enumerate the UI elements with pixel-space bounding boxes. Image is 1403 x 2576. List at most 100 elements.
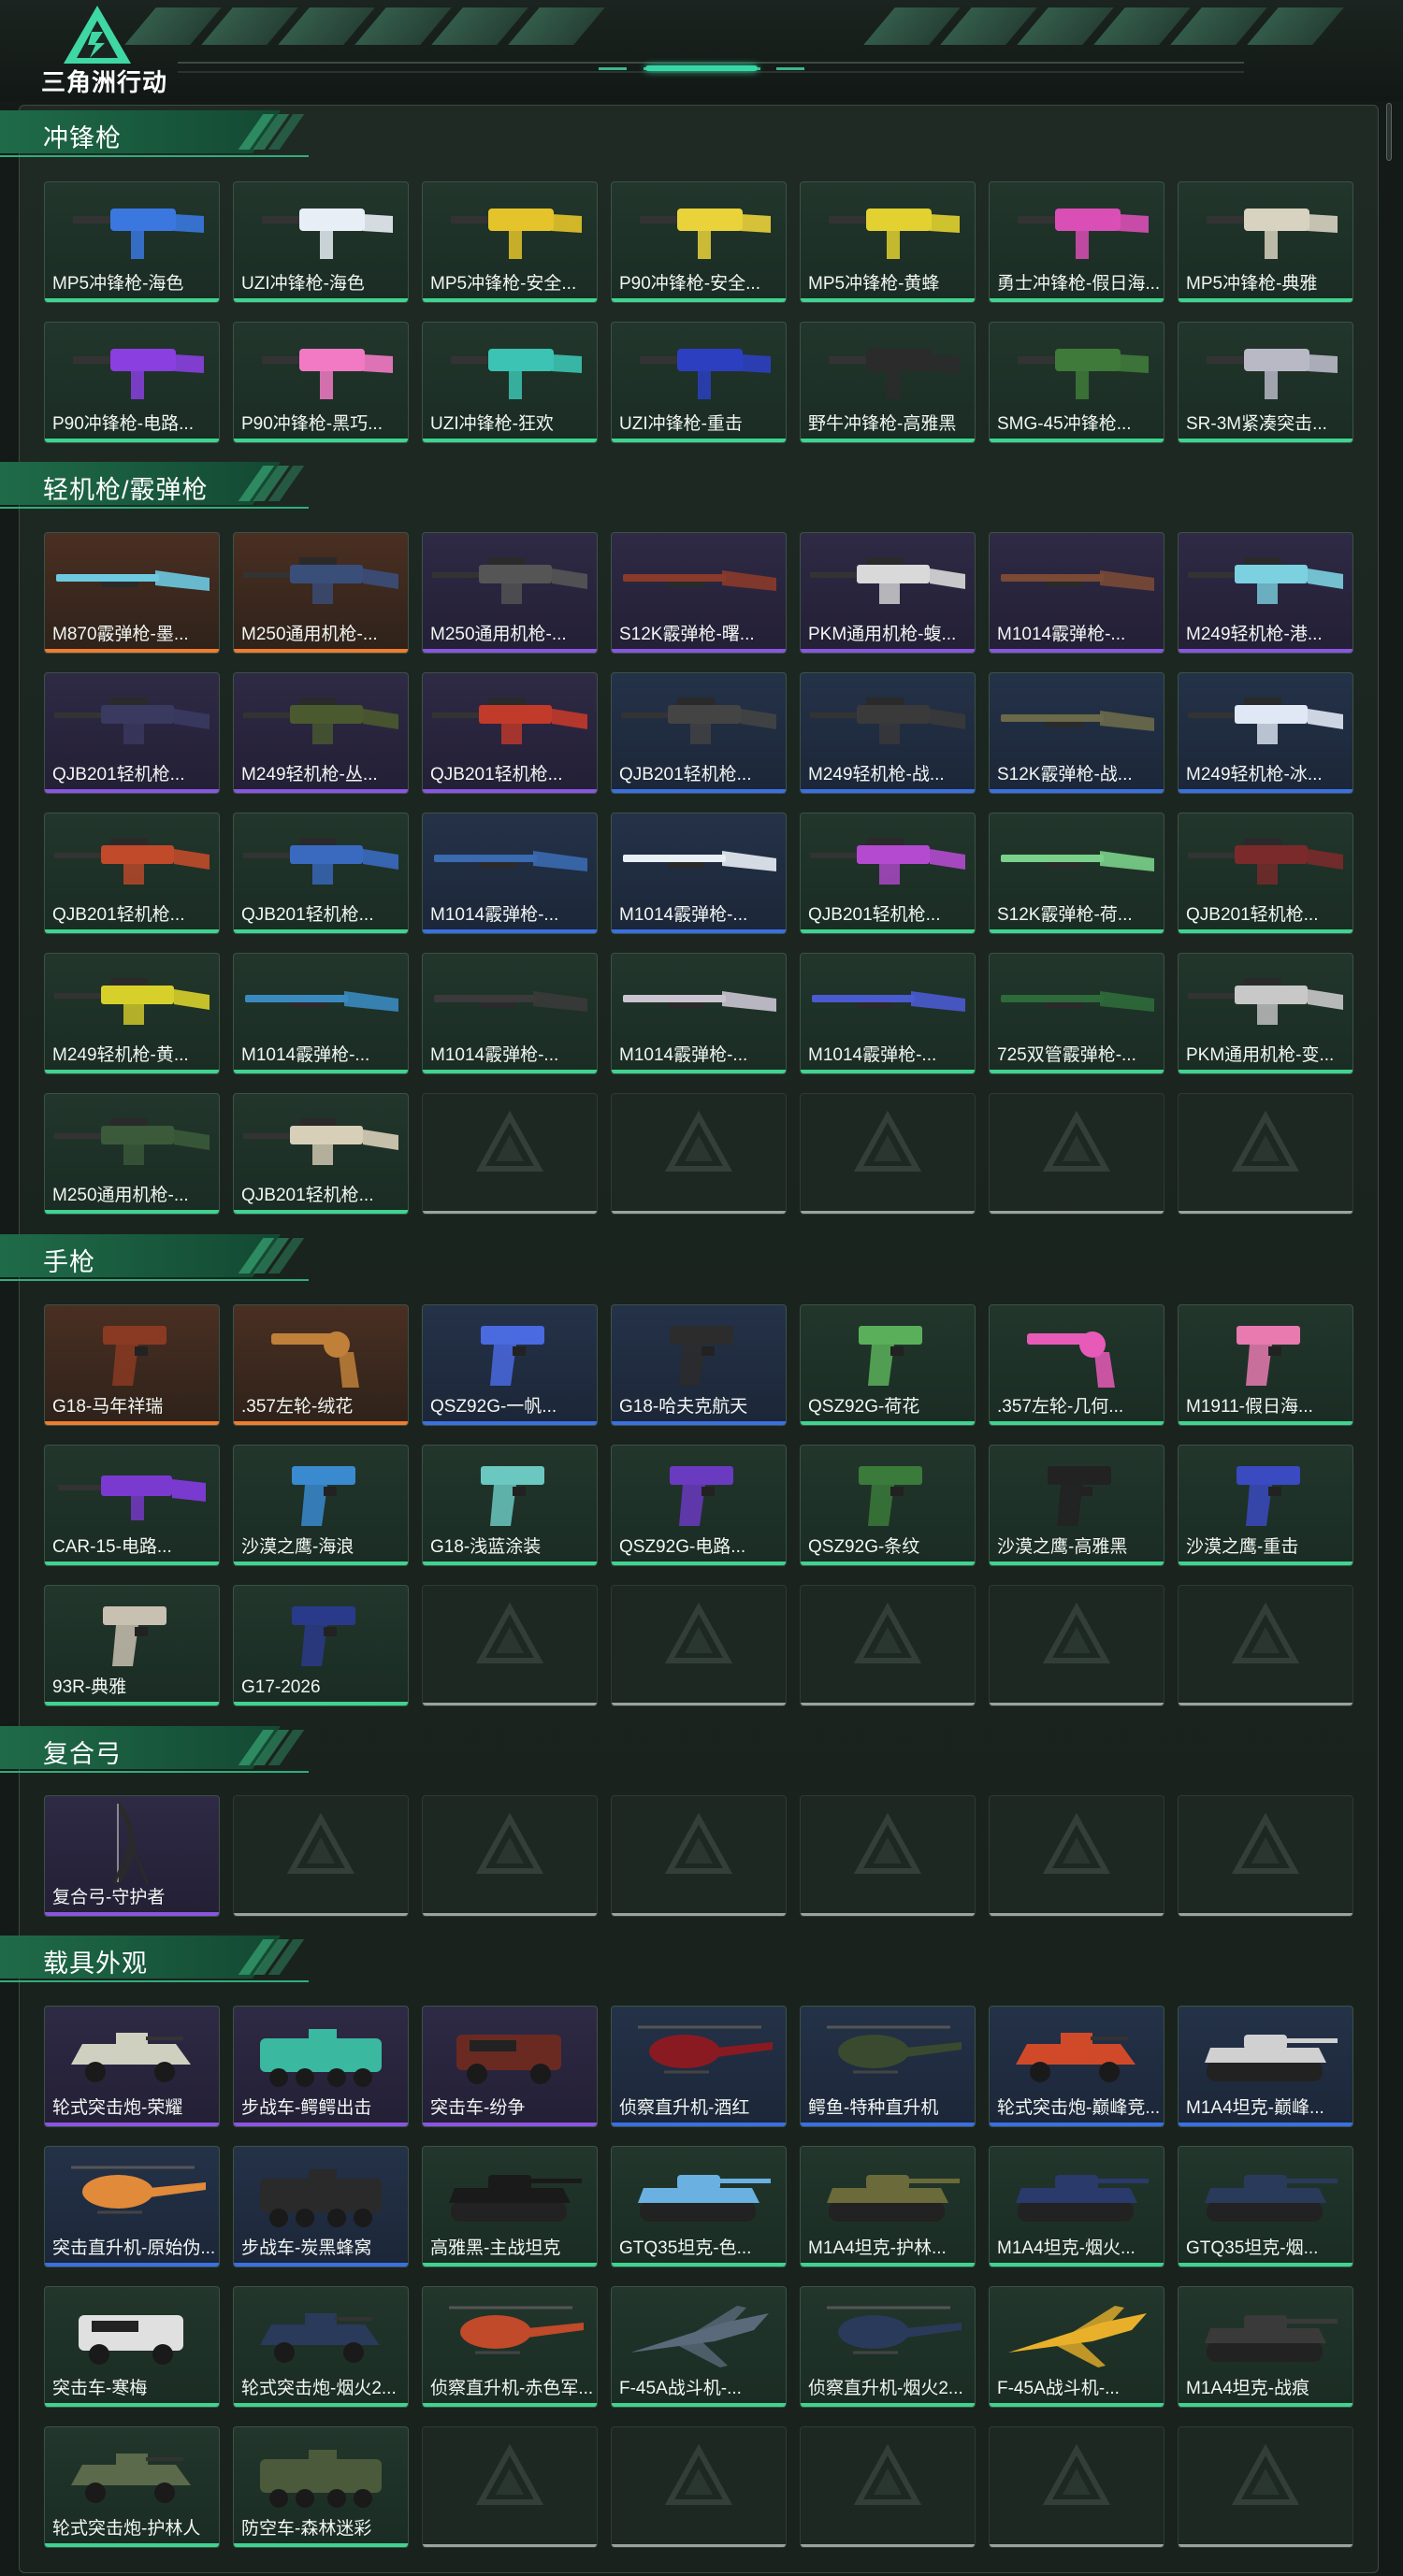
item-name: S12K霰弹枪-曙... bbox=[619, 625, 755, 644]
item-card[interactable]: 复合弓-守护者 bbox=[44, 1795, 220, 1917]
item-card[interactable]: 沙漠之鹰-海浪 bbox=[233, 1445, 409, 1566]
item-card[interactable]: M1A4坦克-战痕 bbox=[1178, 2286, 1353, 2408]
item-card[interactable]: 突击直升机-原始伪... bbox=[44, 2146, 220, 2267]
item-card[interactable]: 勇士冲锋枪-假日海... bbox=[989, 181, 1164, 303]
scrollbar[interactable] bbox=[1386, 103, 1392, 161]
section-title: 复合弓 bbox=[43, 1740, 122, 1768]
item-card[interactable]: 轮式突击炮-护林人 bbox=[44, 2426, 220, 2548]
item-card[interactable]: QSZ92G-电路... bbox=[611, 1445, 787, 1566]
item-card[interactable]: 沙漠之鹰-高雅黑 bbox=[989, 1445, 1164, 1566]
item-card[interactable]: P90冲锋枪-黑巧... bbox=[233, 322, 409, 443]
item-card[interactable]: QJB201轻机枪... bbox=[422, 672, 598, 794]
item-card[interactable]: 725双管霰弹枪-... bbox=[989, 953, 1164, 1074]
item-card[interactable]: QJB201轻机枪... bbox=[233, 1093, 409, 1215]
item-card[interactable]: 突击车-寒梅 bbox=[44, 2286, 220, 2408]
item-card[interactable]: M1A4坦克-护林... bbox=[800, 2146, 976, 2267]
item-card[interactable]: S12K霰弹枪-曙... bbox=[611, 532, 787, 654]
item-card[interactable]: PKM通用机枪-蝮... bbox=[800, 532, 976, 654]
item-card[interactable]: M249轻机枪-冰... bbox=[1178, 672, 1353, 794]
item-card[interactable]: MP5冲锋枪-典雅 bbox=[1178, 181, 1353, 303]
item-card[interactable]: M1014霰弹枪-... bbox=[611, 953, 787, 1074]
item-card[interactable]: G18-哈夫克航天 bbox=[611, 1304, 787, 1426]
item-card[interactable]: S12K霰弹枪-战... bbox=[989, 672, 1164, 794]
item-card[interactable]: M250通用机枪-... bbox=[44, 1093, 220, 1215]
item-card[interactable]: 轮式突击炮-烟火2... bbox=[233, 2286, 409, 2408]
item-card[interactable]: M1911-假日海... bbox=[1178, 1304, 1353, 1426]
item-card[interactable]: QSZ92G-荷花 bbox=[800, 1304, 976, 1426]
item-name: P90冲锋枪-安全... bbox=[619, 274, 760, 294]
item-card[interactable]: P90冲锋枪-电路... bbox=[44, 322, 220, 443]
item-card[interactable]: G17-2026 bbox=[233, 1585, 409, 1706]
item-card[interactable]: M1014霰弹枪-... bbox=[422, 953, 598, 1074]
item-card[interactable]: GTQ35坦克-色... bbox=[611, 2146, 787, 2267]
item-card[interactable]: UZI冲锋枪-海色 bbox=[233, 181, 409, 303]
item-card[interactable]: 高雅黑-主战坦克 bbox=[422, 2146, 598, 2267]
helicopter-icon bbox=[801, 2007, 975, 2100]
item-card[interactable]: 轮式突击炮-巅峰竞... bbox=[989, 2006, 1164, 2127]
item-card[interactable]: M249轻机枪-丛... bbox=[233, 672, 409, 794]
placeholder-logo-icon bbox=[423, 2427, 597, 2521]
item-card[interactable]: .357左轮-几何... bbox=[989, 1304, 1164, 1426]
item-card[interactable]: 突击车-纷争 bbox=[422, 2006, 598, 2127]
item-card[interactable]: QJB201轻机枪... bbox=[44, 813, 220, 934]
placeholder-logo-icon bbox=[990, 1796, 1164, 1890]
item-card[interactable]: CAR-15-电路... bbox=[44, 1445, 220, 1566]
item-card[interactable]: 沙漠之鹰-重击 bbox=[1178, 1445, 1353, 1566]
item-card[interactable]: M1A4坦克-烟火... bbox=[989, 2146, 1164, 2267]
item-card[interactable]: G18-马年祥瑞 bbox=[44, 1304, 220, 1426]
item-card[interactable]: QJB201轻机枪... bbox=[800, 813, 976, 934]
item-card[interactable]: 鳄鱼-特种直升机 bbox=[800, 2006, 976, 2127]
item-card[interactable]: QJB201轻机枪... bbox=[611, 672, 787, 794]
item-card[interactable]: S12K霰弹枪-荷... bbox=[989, 813, 1164, 934]
item-card[interactable]: M1014霰弹枪-... bbox=[611, 813, 787, 934]
item-card[interactable]: M1A4坦克-巅峰... bbox=[1178, 2006, 1353, 2127]
item-card[interactable]: UZI冲锋枪-重击 bbox=[611, 322, 787, 443]
item-card[interactable]: QJB201轻机枪... bbox=[233, 813, 409, 934]
item-card[interactable]: 侦察直升机-赤色军... bbox=[422, 2286, 598, 2408]
item-card[interactable]: M249轻机枪-港... bbox=[1178, 532, 1353, 654]
item-card[interactable]: 侦察直升机-烟火2... bbox=[800, 2286, 976, 2408]
item-card[interactable]: F-45A战斗机-... bbox=[611, 2286, 787, 2408]
pistol-icon bbox=[612, 1446, 786, 1539]
item-card[interactable]: 93R-典雅 bbox=[44, 1585, 220, 1706]
item-card[interactable]: .357左轮-绒花 bbox=[233, 1304, 409, 1426]
item-card[interactable]: SR-3M紧凑突击... bbox=[1178, 322, 1353, 443]
shotgun-icon bbox=[990, 954, 1164, 1047]
item-card[interactable]: QJB201轻机枪... bbox=[1178, 813, 1353, 934]
item-card[interactable]: QSZ92G-一帆... bbox=[422, 1304, 598, 1426]
section-tab: 轻机枪/霰弹枪 bbox=[0, 462, 309, 509]
item-card[interactable]: F-45A战斗机-... bbox=[989, 2286, 1164, 2408]
item-card[interactable]: SMG-45冲锋枪... bbox=[989, 322, 1164, 443]
item-card[interactable]: M249轻机枪-黄... bbox=[44, 953, 220, 1074]
tank-icon bbox=[1179, 2007, 1352, 2100]
item-card[interactable]: P90冲锋枪-安全... bbox=[611, 181, 787, 303]
item-card[interactable]: 轮式突击炮-荣耀 bbox=[44, 2006, 220, 2127]
item-card[interactable]: MP5冲锋枪-海色 bbox=[44, 181, 220, 303]
item-card[interactable]: G18-浅蓝涂装 bbox=[422, 1445, 598, 1566]
item-card[interactable]: QJB201轻机枪... bbox=[44, 672, 220, 794]
item-card[interactable]: M1014霰弹枪-... bbox=[233, 953, 409, 1074]
item-card[interactable]: M1014霰弹枪-... bbox=[989, 532, 1164, 654]
item-card[interactable]: QSZ92G-条纹 bbox=[800, 1445, 976, 1566]
lmg-icon bbox=[234, 813, 408, 907]
item-name: M1A4坦克-巅峰... bbox=[1186, 2098, 1324, 2118]
item-card[interactable]: 侦察直升机-酒红 bbox=[611, 2006, 787, 2127]
shotgun-icon bbox=[45, 533, 219, 626]
item-name: SMG-45冲锋枪... bbox=[997, 414, 1132, 434]
item-card[interactable]: M250通用机枪-... bbox=[233, 532, 409, 654]
item-card[interactable]: 防空车-森林迷彩 bbox=[233, 2426, 409, 2548]
item-card[interactable]: 步战车-鳄鳄出击 bbox=[233, 2006, 409, 2127]
item-card[interactable]: 野牛冲锋枪-高雅黑 bbox=[800, 322, 976, 443]
item-card[interactable]: PKM通用机枪-变... bbox=[1178, 953, 1353, 1074]
item-card[interactable]: UZI冲锋枪-狂欢 bbox=[422, 322, 598, 443]
item-card[interactable]: M249轻机枪-战... bbox=[800, 672, 976, 794]
item-card[interactable]: M1014霰弹枪-... bbox=[800, 953, 976, 1074]
item-card[interactable]: M870霰弹枪-墨... bbox=[44, 532, 220, 654]
item-card[interactable]: M1014霰弹枪-... bbox=[422, 813, 598, 934]
item-card[interactable]: GTQ35坦克-烟... bbox=[1178, 2146, 1353, 2267]
item-card[interactable]: M250通用机枪-... bbox=[422, 532, 598, 654]
item-card[interactable]: MP5冲锋枪-黄蜂 bbox=[800, 181, 976, 303]
item-card[interactable]: 步战车-炭黑蜂窝 bbox=[233, 2146, 409, 2267]
empty-slot bbox=[422, 1585, 598, 1706]
item-card[interactable]: MP5冲锋枪-安全... bbox=[422, 181, 598, 303]
